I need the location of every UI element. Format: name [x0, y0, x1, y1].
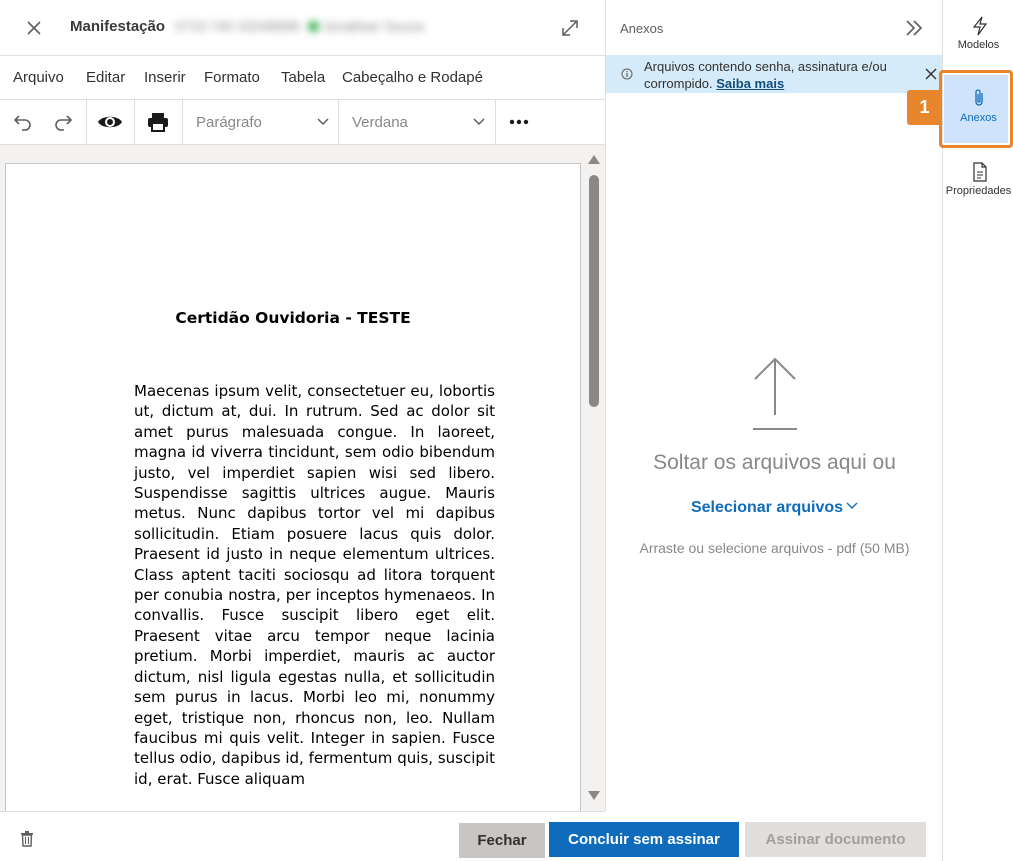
upload-arrow-icon [753, 357, 797, 431]
scroll-thumb[interactable] [589, 175, 599, 407]
toolbar: Parágrafo Verdana [0, 100, 605, 145]
menu-arquivo[interactable]: Arquivo [13, 69, 64, 86]
toolbar-divider [86, 100, 87, 144]
font-family-select[interactable]: Verdana [352, 100, 492, 144]
chevron-down-icon [317, 118, 329, 126]
preview-eye-icon[interactable] [95, 100, 125, 144]
menu-cabecalho-rodape[interactable]: Cabeçalho e Rodapé [342, 69, 483, 86]
protocol-number: 0719 740 20248898 [175, 18, 300, 34]
info-message-bar: Arquivos contendo senha, assinatura e/ou… [606, 55, 943, 93]
paragraph-style-value: Parágrafo [196, 113, 262, 131]
close-icon[interactable] [22, 16, 46, 40]
scroll-up-arrow-icon[interactable] [588, 155, 600, 164]
redo-icon[interactable] [50, 100, 76, 144]
rail-item-anexos[interactable]: Anexos [939, 70, 1013, 148]
rail-item-propriedades[interactable]: Propriedades [943, 158, 1013, 218]
learn-more-link[interactable]: Saiba mais [716, 76, 784, 91]
info-icon [621, 67, 633, 80]
toolbar-divider [182, 100, 183, 144]
menu-tabela[interactable]: Tabela [281, 69, 325, 86]
info-message-text: Arquivos contendo senha, assinatura e/ou… [644, 58, 914, 92]
document-heading: Certidão Ouvidoria - TESTE [175, 309, 411, 327]
file-type-hint: Arraste ou selecione arquivos - pdf (50 … [639, 540, 910, 556]
right-rail: Modelos Anexos Propriedades [939, 0, 1013, 861]
editor-canvas: Certidão Ouvidoria - TESTE Maecenas ipsu… [0, 145, 605, 811]
finish-without-signing-button[interactable]: Concluir sem assinar [549, 822, 739, 857]
lightning-icon [971, 16, 989, 36]
menu-inserir[interactable]: Inserir [144, 69, 186, 86]
expand-icon[interactable] [558, 16, 582, 40]
attachments-panel-title: Anexos [620, 21, 664, 36]
menu-formato[interactable]: Formato [204, 69, 260, 86]
trash-icon[interactable] [20, 831, 36, 849]
rail-item-label: Propriedades [945, 185, 1012, 197]
toolbar-divider [134, 100, 135, 144]
document-properties-icon [971, 162, 989, 182]
document-body[interactable]: Maecenas ipsum velit, consectetuer eu, l… [134, 381, 495, 789]
collapse-panel-icon[interactable] [902, 16, 926, 40]
paragraph-style-select[interactable]: Parágrafo [196, 100, 336, 144]
scroll-down-arrow-icon[interactable] [588, 791, 600, 800]
select-files-button[interactable]: Selecionar arquivos [606, 499, 943, 517]
vertical-scrollbar[interactable] [585, 149, 603, 805]
more-options-icon[interactable] [506, 100, 532, 144]
drop-zone-text: Soltar os arquivos aqui ou [653, 451, 896, 474]
dismiss-info-icon[interactable] [924, 67, 938, 81]
rail-item-label: Anexos [960, 112, 997, 124]
chevron-down-icon [846, 502, 858, 509]
step-badge: 1 [907, 90, 942, 125]
menu-editar[interactable]: Editar [86, 69, 125, 86]
rail-item-modelos[interactable]: Modelos [943, 10, 1013, 70]
font-family-value: Verdana [352, 113, 408, 131]
toolbar-divider [495, 100, 496, 144]
user-name: Jonathan Souza [322, 18, 424, 34]
menu-bar: Arquivo Editar Inserir Formato Tabela Ca… [0, 56, 605, 100]
status-dot-icon [307, 21, 319, 32]
page-title: Manifestação [70, 18, 166, 35]
chevron-down-icon [473, 118, 485, 126]
undo-icon[interactable] [10, 100, 36, 144]
footer-bar: Fechar [0, 811, 605, 861]
editor-pane: Manifestação 0719 740 20248898 Jonathan S… [0, 0, 605, 861]
paperclip-icon [972, 88, 990, 108]
document-page[interactable]: Certidão Ouvidoria - TESTE Maecenas ipsu… [5, 163, 581, 811]
title-bar: Manifestação 0719 740 20248898 Jonathan S… [0, 0, 605, 56]
selected-indicator [944, 75, 1008, 143]
document-subtitle-redacted: 0719 740 20248898 Jonathan Souza [175, 18, 424, 34]
print-icon[interactable] [145, 100, 171, 144]
select-files-label: Selecionar arquivos [690, 499, 844, 516]
close-button[interactable]: Fechar [459, 823, 545, 858]
attachments-panel: Anexos Arquivos contendo senha, assinatu… [605, 0, 943, 811]
sign-document-button: Assinar documento [745, 822, 926, 857]
toolbar-divider [338, 100, 339, 144]
rail-item-label: Modelos [957, 39, 1000, 51]
